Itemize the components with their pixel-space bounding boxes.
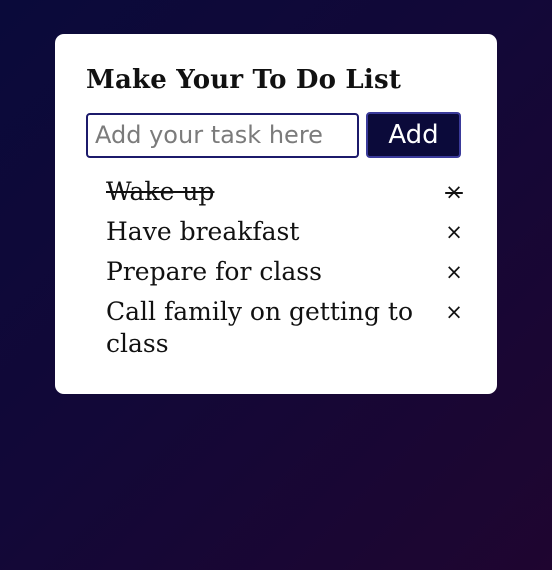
task-text[interactable]: Prepare for class bbox=[106, 256, 322, 288]
task-item: Prepare for class × bbox=[106, 256, 466, 288]
task-text[interactable]: Wake up bbox=[106, 176, 214, 208]
task-list: Wake up × Have breakfast × Prepare for c… bbox=[86, 176, 466, 360]
task-input[interactable] bbox=[86, 112, 359, 158]
task-item: Wake up × bbox=[106, 176, 466, 208]
add-task-row: Add bbox=[86, 112, 466, 158]
add-button[interactable]: Add bbox=[366, 112, 461, 158]
task-item: Have breakfast × bbox=[106, 216, 466, 248]
task-text[interactable]: Have breakfast bbox=[106, 216, 299, 248]
delete-task-icon[interactable]: × bbox=[442, 176, 466, 208]
task-item: Call family on getting to class × bbox=[106, 296, 466, 360]
delete-task-icon[interactable]: × bbox=[442, 296, 466, 328]
todo-card: Make Your To Do List Add Wake up × Have … bbox=[55, 34, 497, 394]
delete-task-icon[interactable]: × bbox=[442, 216, 466, 248]
task-text[interactable]: Call family on getting to class bbox=[106, 296, 426, 360]
app-title: Make Your To Do List bbox=[86, 65, 402, 95]
delete-task-icon[interactable]: × bbox=[442, 256, 466, 288]
